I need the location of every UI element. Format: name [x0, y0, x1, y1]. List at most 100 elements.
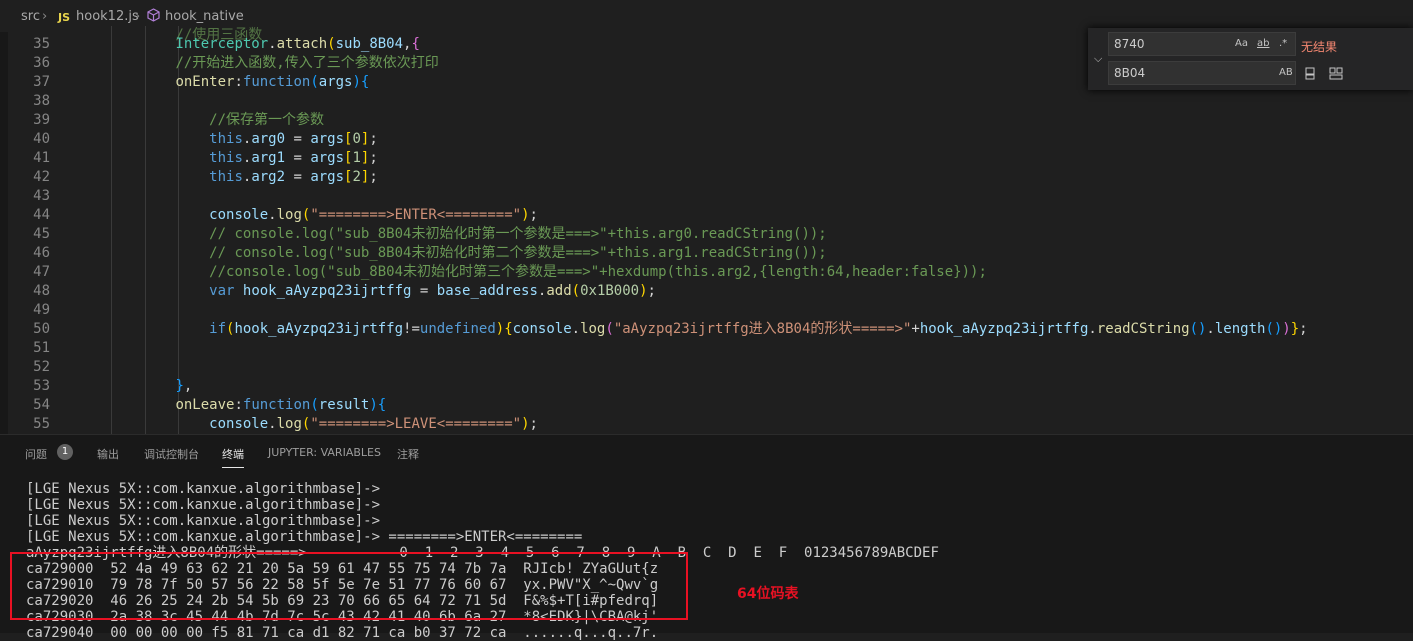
code-token: ; — [529, 416, 538, 432]
code-line: 53 }, — [8, 377, 1413, 396]
line-number: 37 — [33, 74, 50, 90]
terminal-line: [LGE Nexus 5X::com.kanxue.algorithmbase]… — [26, 481, 381, 497]
code-token: ) — [352, 74, 361, 90]
breadcrumb-folder[interactable]: src — [21, 9, 40, 24]
code-text: //保存第一个参数 — [108, 111, 324, 130]
no-results-label: 无结果 — [1301, 40, 1338, 54]
search-input[interactable]: 8740 Aa ab .* — [1108, 32, 1296, 56]
code-token: function — [242, 397, 311, 413]
code-token: } — [1290, 321, 1300, 337]
line-number: 49 — [33, 302, 50, 318]
line-number: 54 — [33, 397, 50, 413]
line-number: 55 — [33, 416, 50, 432]
tab-comments[interactable]: 注释 — [397, 446, 419, 462]
code-line: 39 //保存第一个参数 — [8, 111, 1413, 130]
tab-problems[interactable]: 问题 — [25, 446, 47, 462]
code-text: }, — [108, 377, 192, 396]
code-token: != — [403, 321, 420, 337]
code-token: sub_8B04 — [335, 36, 404, 52]
hexdump-row: ca729040 00 00 00 00 f5 81 71 ca d1 82 7… — [26, 625, 659, 641]
breadcrumb-symbol[interactable]: hook_native — [165, 9, 244, 24]
code-token: ; — [369, 131, 378, 147]
code-token: . — [571, 321, 581, 337]
code-token: ; — [1299, 321, 1308, 337]
replace-input[interactable]: 8B04 AB — [1108, 61, 1296, 85]
code-token: { — [411, 36, 420, 52]
match-case-icon[interactable]: Aa — [1235, 38, 1248, 49]
chevron-right-icon: › — [135, 9, 141, 24]
code-token: //保存第一个参数 — [209, 112, 325, 128]
find-replace-widget: ⌵ 8740 Aa ab .* 无结果 8B04 AB — [1088, 28, 1413, 90]
code-token: arg1 — [251, 150, 286, 166]
preserve-case-icon[interactable]: AB — [1279, 67, 1293, 78]
replace-all-icon[interactable] — [1328, 66, 1344, 83]
code-token: base_address — [436, 283, 538, 299]
code-line: 54 onLeave:function(result){ — [8, 396, 1413, 415]
code-token: ; — [647, 283, 656, 299]
code-token: this — [209, 169, 243, 185]
code-line: 43 — [8, 187, 1413, 206]
code-token: ( — [327, 36, 336, 52]
code-text: var hook_aAyzpq23ijrtffg = base_address.… — [108, 282, 656, 301]
highlight-box — [10, 552, 688, 620]
tab-debug-console[interactable]: 调试控制台 — [144, 446, 199, 462]
code-token: { — [360, 74, 370, 90]
code-text: onEnter:function(args){ — [108, 73, 369, 92]
terminal-line: [LGE Nexus 5X::com.kanxue.algorithmbase]… — [26, 529, 583, 545]
code-token: this — [209, 131, 243, 147]
code-token: = — [285, 169, 311, 185]
regex-icon[interactable]: .* — [1279, 38, 1287, 49]
whole-word-icon[interactable]: ab — [1257, 38, 1269, 49]
line-number: 35 — [33, 36, 50, 52]
code-token: hook_aAyzpq23ijrtffg — [234, 321, 404, 337]
code-token: . — [268, 36, 277, 52]
code-token: args — [310, 150, 345, 166]
code-text: //开始进入函数,传入了三个参数依次打印 — [108, 54, 438, 73]
code-token: ) — [521, 207, 530, 223]
chevron-down-icon[interactable]: ⌵ — [1094, 52, 1102, 66]
code-line: 51 — [8, 339, 1413, 358]
line-number: 52 — [33, 359, 50, 375]
code-token: = — [285, 150, 311, 166]
code-token: : — [234, 74, 243, 90]
code-token: ( — [571, 283, 581, 299]
code-token: arg2 — [251, 169, 286, 185]
breadcrumb-file[interactable]: hook12.js — [76, 9, 139, 24]
code-token: ( — [605, 321, 614, 337]
code-token: "========>LEAVE<========" — [310, 416, 522, 432]
code-token: args — [318, 74, 353, 90]
code-token: console — [209, 416, 269, 432]
code-line: 46 // console.log("sub_8B04未初始化时第二个参数是==… — [8, 244, 1413, 263]
problems-count-badge: 1 — [57, 444, 73, 460]
line-number: 46 — [33, 245, 50, 261]
code-token: hook_aAyzpq23ijrtffg — [919, 321, 1089, 337]
line-number: 47 — [33, 264, 50, 280]
js-file-icon: JS — [58, 11, 71, 24]
replace-one-icon[interactable] — [1303, 66, 1317, 83]
chevron-right-icon: › — [42, 9, 48, 24]
tab-output[interactable]: 输出 — [97, 446, 119, 462]
tab-terminal[interactable]: 终端 — [222, 446, 244, 468]
code-token: log — [276, 416, 302, 432]
code-token: var — [209, 283, 235, 299]
code-token: log — [276, 207, 302, 223]
line-number: 38 — [33, 93, 50, 109]
terminal-line: [LGE Nexus 5X::com.kanxue.algorithmbase]… — [26, 513, 381, 529]
code-token: add — [546, 283, 572, 299]
panel-tabs: 问题 1 输出 调试控制台 终端 JUPYTER: VARIABLES 注释 — [0, 435, 1413, 469]
code-line: 41 this.arg1 = args[1]; — [8, 149, 1413, 168]
line-number: 43 — [33, 188, 50, 204]
tab-jupyter-variables[interactable]: JUPYTER: VARIABLES — [268, 446, 381, 459]
annotation-label: 64位码表 — [737, 586, 799, 602]
code-token: 1 — [352, 150, 361, 166]
code-token: 0x1B000 — [580, 283, 640, 299]
